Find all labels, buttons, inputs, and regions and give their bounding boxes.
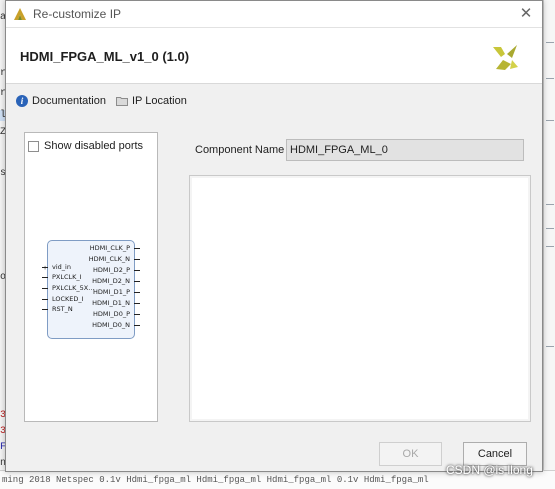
- xilinx-logo-icon: [493, 45, 518, 70]
- output-port: HDMI_D0_N: [92, 321, 130, 329]
- component-name-field[interactable]: HDMI_FPGA_ML_0: [286, 139, 524, 161]
- info-icon: i: [16, 95, 28, 107]
- configuration-panel: [189, 175, 531, 422]
- ip-location-label: IP Location: [132, 95, 187, 107]
- show-disabled-ports-checkbox[interactable]: Show disabled ports: [28, 140, 143, 152]
- pin: [42, 299, 48, 300]
- close-icon[interactable]: ✕: [518, 6, 534, 22]
- ip-name-title: HDMI_FPGA_ML_v1_0 (1.0): [20, 49, 190, 64]
- pin: [134, 314, 140, 315]
- documentation-link[interactable]: i Documentation: [16, 95, 106, 107]
- watermark-text: CSDN @is llong: [446, 463, 533, 477]
- ip-block-symbol: + vid_in PXLCLK_I PXLCLK_5X... LOCKED_I …: [42, 240, 140, 339]
- input-port: PXLCLK_5X...: [52, 284, 95, 292]
- dialog-titlebar[interactable]: Re-customize IP ✕: [6, 1, 542, 28]
- vivado-logo-icon: [14, 8, 26, 20]
- background-app-right: [543, 0, 555, 489]
- input-port: LOCKED_I: [52, 295, 84, 303]
- output-port: HDMI_CLK_P: [89, 244, 130, 252]
- pin: [134, 281, 140, 282]
- pin: [42, 288, 48, 289]
- dialog-title: Re-customize IP: [33, 7, 122, 21]
- dialog-header: HDMI_FPGA_ML_v1_0 (1.0): [6, 28, 542, 84]
- ip-symbol-panel: Show disabled ports + vid_in PXLCLK_I PX…: [24, 132, 158, 422]
- pin: [134, 325, 140, 326]
- pin: [134, 270, 140, 271]
- input-port: RST_N: [52, 305, 73, 313]
- input-port: PXLCLK_I: [52, 273, 82, 281]
- component-name-label: Component Name: [195, 144, 285, 156]
- output-port: HDMI_D0_P: [93, 310, 130, 318]
- output-port: HDMI_D1_P: [93, 288, 130, 296]
- documentation-label: Documentation: [32, 95, 106, 107]
- checkbox-box[interactable]: [28, 140, 39, 152]
- folder-icon: [116, 97, 128, 106]
- pin: [134, 292, 140, 293]
- ip-location-link[interactable]: IP Location: [116, 95, 187, 107]
- link-bar: i Documentation IP Location: [16, 93, 197, 109]
- output-port: HDMI_D2_P: [93, 266, 130, 274]
- pin: [134, 248, 140, 249]
- ok-button[interactable]: OK: [379, 442, 442, 466]
- input-port: vid_in: [52, 263, 71, 271]
- recustomize-ip-dialog: Re-customize IP ✕ HDMI_FPGA_ML_v1_0 (1.0…: [5, 0, 543, 472]
- output-port: HDMI_D2_N: [92, 277, 130, 285]
- pin: [42, 309, 48, 310]
- pin: [42, 277, 48, 278]
- pin: [134, 259, 140, 260]
- show-disabled-ports-label: Show disabled ports: [44, 140, 144, 152]
- pin: [42, 267, 48, 268]
- output-port: HDMI_D1_N: [92, 299, 130, 307]
- output-port: HDMI_CLK_N: [88, 255, 130, 263]
- pin: [134, 303, 140, 304]
